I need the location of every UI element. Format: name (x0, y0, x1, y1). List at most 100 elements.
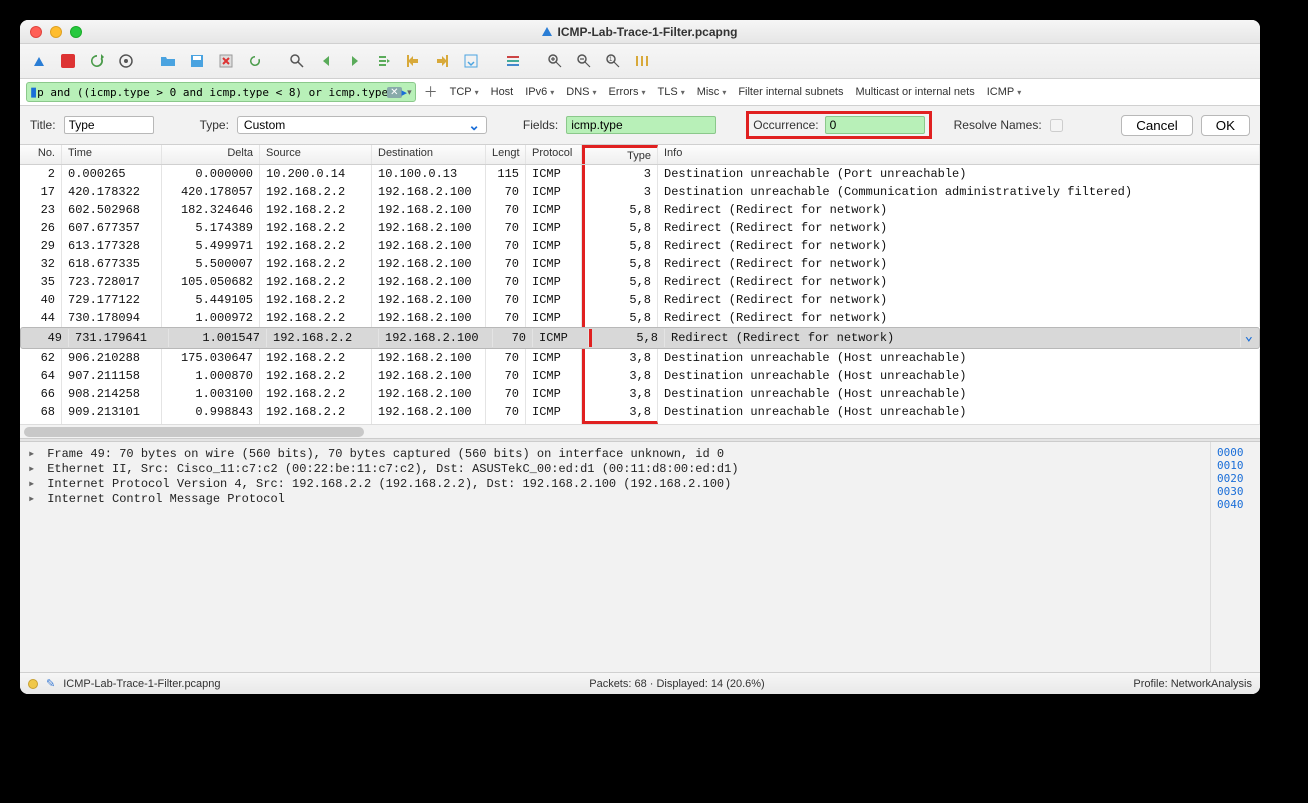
occurrence-input[interactable] (825, 116, 925, 134)
filter-btn-errors[interactable]: Errors▾ (605, 86, 650, 98)
add-filter-button[interactable]: ＋ (420, 82, 442, 102)
colorize-button[interactable] (500, 48, 526, 74)
packet-tree[interactable]: ▸ Frame 49: 70 bytes on wire (560 bits),… (20, 442, 1210, 672)
start-capture-button[interactable] (26, 48, 52, 74)
go-back-button[interactable] (313, 48, 339, 74)
col-type[interactable]: Type (582, 145, 658, 164)
title-label: Title: (30, 118, 56, 132)
find-button[interactable] (284, 48, 310, 74)
zoom-reset-button[interactable]: 1 (600, 48, 626, 74)
status-file: ICMP-Lab-Trace-1-Filter.pcapng (63, 678, 220, 690)
edit-capture-icon[interactable]: ✎ (46, 677, 55, 690)
col-delta[interactable]: Delta (162, 145, 260, 164)
display-filter-input[interactable] (37, 86, 387, 99)
go-forward-button[interactable] (342, 48, 368, 74)
col-protocol[interactable]: Protocol (526, 145, 582, 164)
filter-btn-misc[interactable]: Misc▾ (693, 86, 731, 98)
tree-row[interactable]: ▸ Internet Protocol Version 4, Src: 192.… (28, 476, 1202, 491)
column-editor: Title: Type: Custom Fields: Occurrence: … (20, 106, 1260, 145)
col-info[interactable]: Info (658, 145, 1260, 164)
filter-btn-ipv6[interactable]: IPv6▾ (521, 86, 558, 98)
hex-offset: 0040 (1217, 498, 1254, 511)
filter-btn-internal[interactable]: Filter internal subnets (734, 86, 847, 98)
bookmark-icon[interactable]: ▮ (30, 84, 37, 100)
open-file-button[interactable] (155, 48, 181, 74)
packet-list-body[interactable]: 20.0002650.00000010.200.0.1410.100.0.131… (20, 165, 1260, 424)
col-destination[interactable]: Destination (372, 145, 486, 164)
auto-scroll-button[interactable] (458, 48, 484, 74)
col-length[interactable]: Lengt (486, 145, 526, 164)
resolve-names-checkbox (1050, 119, 1063, 132)
table-row[interactable]: 32618.6773355.500007192.168.2.2192.168.2… (20, 255, 1260, 273)
filter-btn-dns[interactable]: DNS▾ (562, 86, 600, 98)
filter-btn-tcp[interactable]: TCP▾ (446, 86, 483, 98)
titlebar: ICMP-Lab-Trace-1-Filter.pcapng (20, 20, 1260, 44)
title-text: ICMP-Lab-Trace-1-Filter.pcapng (557, 25, 737, 39)
table-row[interactable]: 23602.502968182.324646192.168.2.2192.168… (20, 201, 1260, 219)
table-row[interactable]: 40729.1771225.449105192.168.2.2192.168.2… (20, 291, 1260, 309)
table-row[interactable]: 49731.1796411.001547192.168.2.2192.168.2… (20, 327, 1260, 349)
horizontal-scrollbar[interactable] (20, 424, 1260, 438)
hex-offset: 0020 (1217, 472, 1254, 485)
go-last-button[interactable] (429, 48, 455, 74)
table-row[interactable]: 68909.2131010.998843192.168.2.2192.168.2… (20, 403, 1260, 424)
zoom-in-button[interactable] (542, 48, 568, 74)
occurrence-label: Occurrence: (753, 118, 818, 132)
title-input[interactable] (64, 116, 154, 134)
clear-filter-icon[interactable]: ✕ (387, 87, 401, 98)
cancel-button[interactable]: Cancel (1121, 115, 1193, 136)
window-title: ICMP-Lab-Trace-1-Filter.pcapng (20, 25, 1260, 39)
col-no[interactable]: No. (20, 145, 62, 164)
hex-offset: 0010 (1217, 459, 1254, 472)
tree-row[interactable]: ▸ Ethernet II, Src: Cisco_11:c7:c2 (00:2… (28, 461, 1202, 476)
table-row[interactable]: 26607.6773575.174389192.168.2.2192.168.2… (20, 219, 1260, 237)
packet-list: No. Time Delta Source Destination Lengt … (20, 145, 1260, 438)
resize-columns-button[interactable] (629, 48, 655, 74)
filter-btn-icmp[interactable]: ICMP▾ (983, 86, 1026, 98)
go-to-packet-button[interactable] (371, 48, 397, 74)
fields-label: Fields: (523, 118, 558, 132)
ok-button[interactable]: OK (1201, 115, 1250, 136)
expert-info-icon[interactable] (28, 679, 38, 689)
history-chevron-icon[interactable]: ▾ (407, 87, 412, 98)
filter-btn-tls[interactable]: TLS▾ (654, 86, 689, 98)
go-first-button[interactable] (400, 48, 426, 74)
zoom-out-button[interactable] (571, 48, 597, 74)
hex-offset: 0030 (1217, 485, 1254, 498)
restart-capture-button[interactable] (84, 48, 110, 74)
fields-input[interactable] (566, 116, 716, 134)
table-row[interactable]: 17420.178322420.178057192.168.2.2192.168… (20, 183, 1260, 201)
status-profile[interactable]: Profile: NetworkAnalysis (1133, 678, 1252, 690)
type-label: Type: (200, 118, 229, 132)
details-pane: ▸ Frame 49: 70 bytes on wire (560 bits),… (20, 442, 1260, 672)
tree-row[interactable]: ▸ Frame 49: 70 bytes on wire (560 bits),… (28, 446, 1202, 461)
table-row[interactable]: 29613.1773285.499971192.168.2.2192.168.2… (20, 237, 1260, 255)
filter-btn-host[interactable]: Host (487, 86, 518, 98)
table-row[interactable]: 20.0002650.00000010.200.0.1410.100.0.131… (20, 165, 1260, 183)
tree-row[interactable]: ▸ Internet Control Message Protocol (28, 491, 1202, 506)
status-bar: ✎ ICMP-Lab-Trace-1-Filter.pcapng Packets… (20, 672, 1260, 694)
filter-btn-multicast[interactable]: Multicast or internal nets (852, 86, 979, 98)
table-row[interactable]: 64907.2111581.000870192.168.2.2192.168.2… (20, 367, 1260, 385)
table-row[interactable]: 66908.2142581.003100192.168.2.2192.168.2… (20, 385, 1260, 403)
hex-offsets: 00000010002000300040 (1210, 442, 1260, 672)
col-time[interactable]: Time (62, 145, 162, 164)
display-filter-bar: ▮ ✕ ▸ ▾ ＋ TCP▾ Host IPv6▾ DNS▾ Errors▾ T… (20, 79, 1260, 106)
main-toolbar: 1 (20, 44, 1260, 79)
wireshark-fin-icon (542, 27, 552, 36)
close-file-button[interactable] (213, 48, 239, 74)
table-row[interactable]: 35723.728017105.050682192.168.2.2192.168… (20, 273, 1260, 291)
save-file-button[interactable] (184, 48, 210, 74)
reload-file-button[interactable] (242, 48, 268, 74)
capture-options-button[interactable] (113, 48, 139, 74)
display-filter-wrap: ▮ ✕ ▸ ▾ (26, 82, 416, 102)
stop-capture-button[interactable] (55, 48, 81, 74)
resolve-names-label: Resolve Names: (954, 118, 1042, 132)
col-source[interactable]: Source (260, 145, 372, 164)
type-select[interactable]: Custom (237, 116, 487, 134)
table-row[interactable]: 44730.1780941.000972192.168.2.2192.168.2… (20, 309, 1260, 327)
status-counts: Packets: 68 · Displayed: 14 (20.6%) (233, 678, 1122, 690)
occurrence-highlight: Occurrence: (746, 111, 931, 139)
app-window: ICMP-Lab-Trace-1-Filter.pcapng 1 ▮ (20, 20, 1260, 694)
table-row[interactable]: 62906.210288175.030647192.168.2.2192.168… (20, 349, 1260, 367)
